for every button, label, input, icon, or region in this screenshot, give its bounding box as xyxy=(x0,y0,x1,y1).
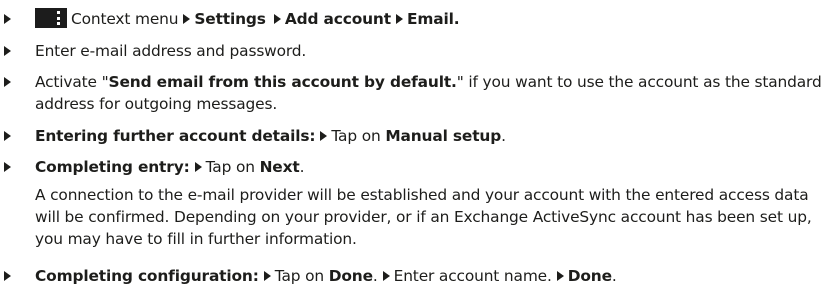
enter-account-name-text: Enter account name. xyxy=(393,267,552,285)
done-label-final: Done xyxy=(567,267,612,285)
inline-arrow-icon xyxy=(395,14,403,24)
period: . xyxy=(372,267,378,285)
step-completing-configuration: Completing configuration: Tap on Done. Ent… xyxy=(0,265,835,287)
inline-arrow-icon xyxy=(263,271,271,281)
triangle-bullet-icon xyxy=(4,271,11,281)
period: . xyxy=(611,267,617,285)
done-label: Done xyxy=(328,267,373,285)
inline-arrow-icon xyxy=(183,14,191,24)
activate-pre: Activate " xyxy=(35,73,109,91)
triangle-bullet-icon xyxy=(4,14,11,24)
manual-setup-label: Manual setup xyxy=(385,127,502,145)
inline-arrow-icon xyxy=(320,131,328,141)
period: . xyxy=(501,127,506,145)
triangle-bullet-icon xyxy=(4,77,11,87)
inline-arrow-icon xyxy=(194,162,202,172)
triangle-bullet-icon xyxy=(4,131,11,141)
period: . xyxy=(299,158,305,176)
send-email-default-option: Send email from this account by default. xyxy=(108,73,457,91)
enter-credentials-text: Enter e-mail address and password. xyxy=(35,42,307,60)
step-context-menu: Context menu Settings Add account Email. xyxy=(0,8,835,30)
step-completing-entry: Completing entry: Tap on Next. xyxy=(0,156,835,178)
step-activate-default: Activate "Send email from this account b… xyxy=(0,71,835,115)
inline-arrow-icon xyxy=(382,271,390,281)
add-account-label: Add account xyxy=(284,10,391,28)
context-menu-icon xyxy=(35,8,67,28)
triangle-bullet-icon xyxy=(4,162,11,172)
email-label: Email. xyxy=(406,10,460,28)
context-menu-label: Context menu xyxy=(71,10,179,28)
step-further-details: Entering further account details: Tap on … xyxy=(0,125,835,147)
next-label: Next xyxy=(259,158,300,176)
step-enter-credentials: Enter e-mail address and password. xyxy=(0,40,835,62)
connection-note: A connection to the e-mail provider will… xyxy=(0,184,835,250)
tap-on-text: Tap on xyxy=(331,127,381,145)
further-details-heading: Entering further account details: xyxy=(35,127,316,145)
completing-entry-heading: Completing entry: xyxy=(35,158,190,176)
tap-on-text: Tap on xyxy=(274,267,324,285)
triangle-bullet-icon xyxy=(4,46,11,56)
inline-arrow-icon xyxy=(273,14,281,24)
completing-configuration-heading: Completing configuration: xyxy=(35,267,259,285)
tap-on-text: Tap on xyxy=(205,158,255,176)
inline-arrow-icon xyxy=(556,271,564,281)
settings-label: Settings xyxy=(194,10,266,28)
connection-note-text: A connection to the e-mail provider will… xyxy=(35,186,812,248)
